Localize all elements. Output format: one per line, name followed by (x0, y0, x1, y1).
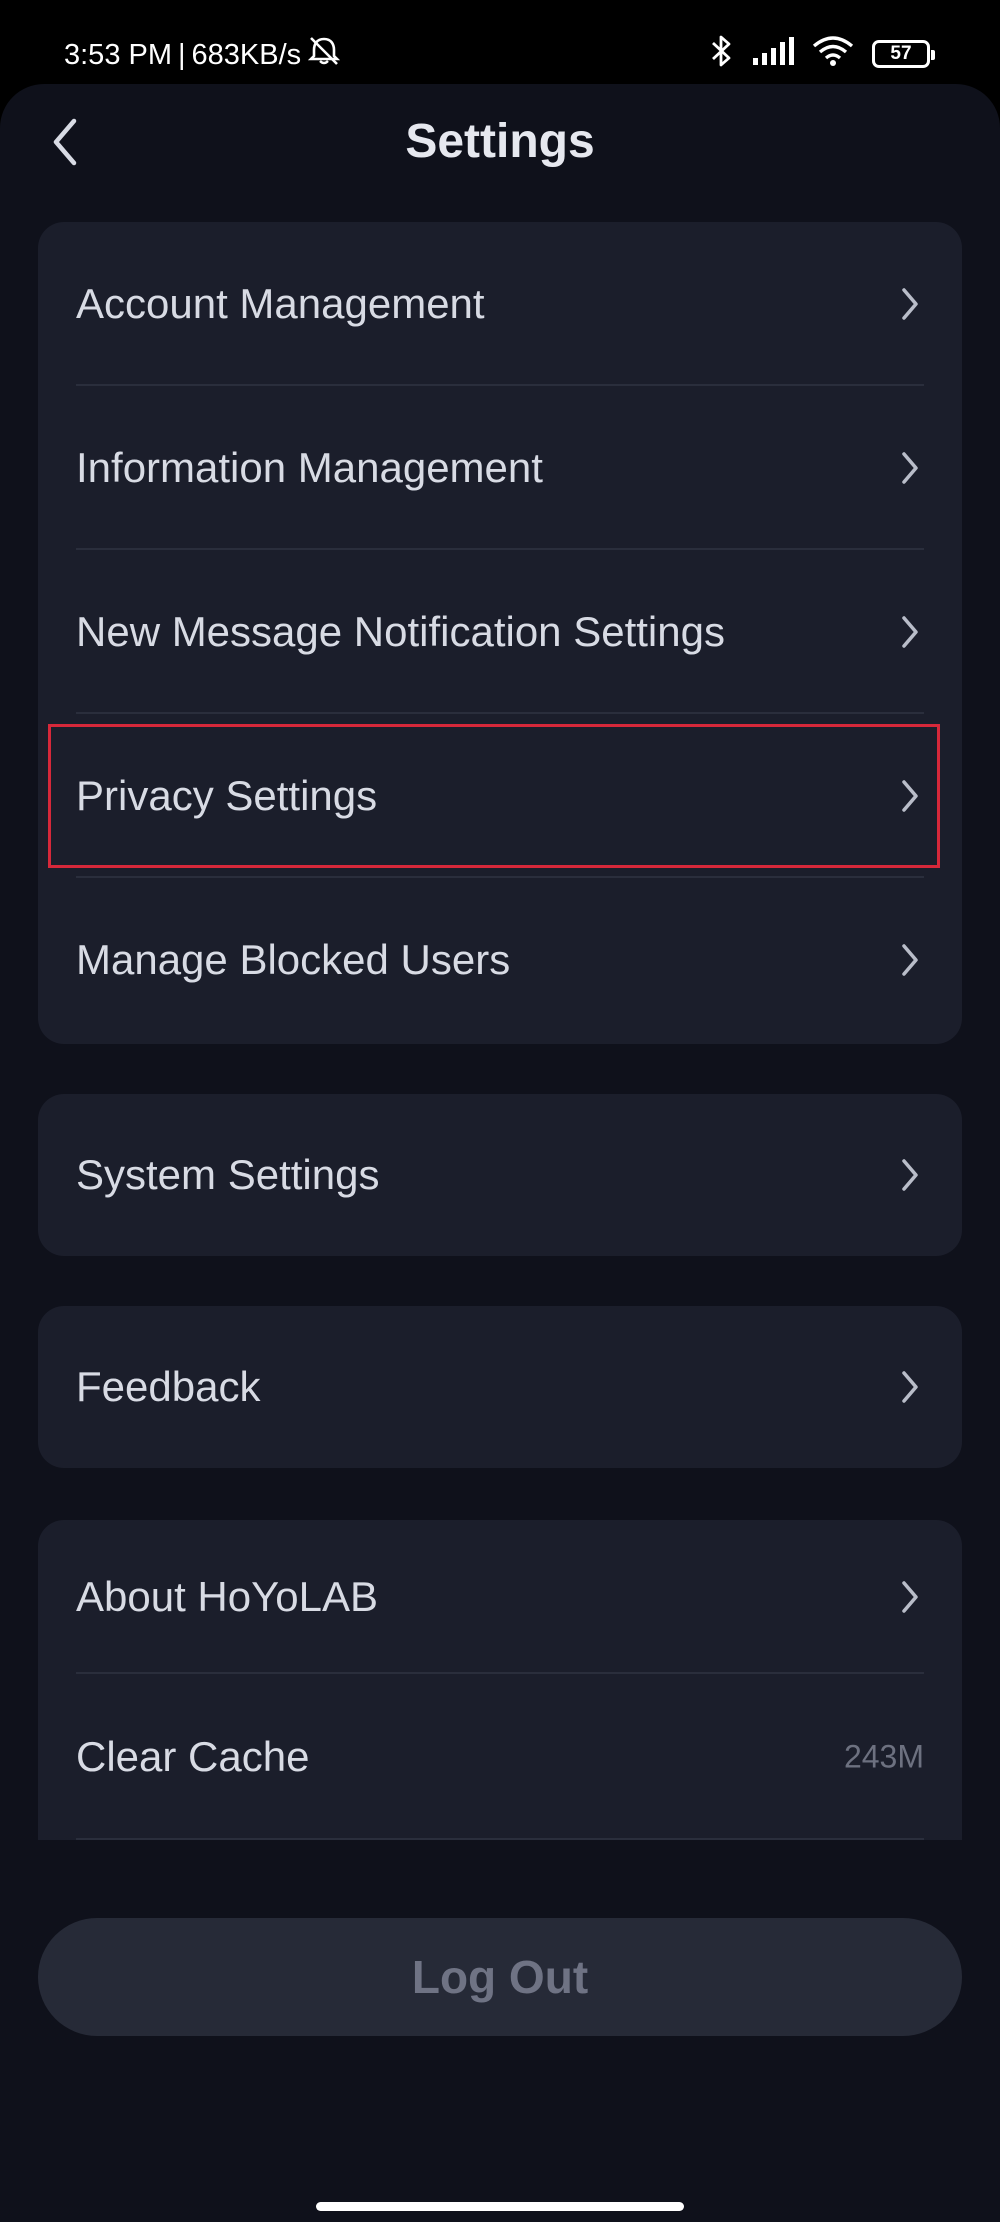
chevron-right-icon (902, 1581, 918, 1613)
network-speed: 683KB/s (191, 38, 302, 71)
feedback-group: Feedback (38, 1306, 962, 1468)
system-settings-item[interactable]: System Settings (38, 1094, 962, 1256)
about-hoyolab-label: About HoYoLAB (76, 1573, 379, 1620)
alarm-off-icon (307, 36, 341, 74)
system-settings-label: System Settings (76, 1151, 380, 1198)
about-hoyolab-item[interactable]: About HoYoLAB (38, 1520, 962, 1674)
manage-blocked-users-label: Manage Blocked Users (76, 936, 511, 983)
manage-blocked-users-item[interactable]: Manage Blocked Users (38, 878, 962, 1042)
status-bar: 3:53 PM | 683KB/s 57 (0, 0, 1000, 86)
clear-cache-label: Clear Cache (76, 1733, 310, 1780)
chevron-right-icon (902, 1371, 918, 1403)
chevron-right-icon (902, 452, 918, 484)
chevron-right-icon (902, 616, 918, 648)
feedback-label: Feedback (76, 1363, 261, 1410)
new-message-notification-settings-label: New Message Notification Settings (76, 608, 725, 655)
header: Settings (0, 84, 1000, 204)
chevron-right-icon (902, 780, 918, 812)
information-management-label: Information Management (76, 444, 543, 491)
account-management-label: Account Management (76, 280, 485, 327)
privacy-settings-item[interactable]: Privacy Settings (38, 714, 962, 878)
about-group: About HoYoLAB Clear Cache 243M (38, 1520, 962, 1840)
chevron-right-icon (902, 288, 918, 320)
divider (76, 1838, 924, 1840)
signal-icon (752, 36, 794, 71)
logout-button[interactable]: Log Out (38, 1918, 962, 2036)
battery-level: 57 (890, 42, 912, 64)
wifi-icon (812, 35, 854, 72)
settings-screen: Settings Account Management Information … (0, 84, 1000, 2222)
status-separator: | (178, 38, 186, 71)
battery-icon: 57 (872, 39, 935, 68)
information-management-item[interactable]: Information Management (38, 386, 962, 550)
cache-size-value: 243M (843, 1738, 924, 1775)
chevron-right-icon (902, 944, 918, 976)
privacy-settings-label: Privacy Settings (76, 772, 378, 819)
account-management-item[interactable]: Account Management (38, 222, 962, 386)
new-message-notification-settings-item[interactable]: New Message Notification Settings (38, 550, 962, 714)
account-settings-group: Account Management Information Managemen… (38, 222, 962, 1044)
feedback-item[interactable]: Feedback (38, 1306, 962, 1468)
bluetooth-icon (710, 34, 734, 73)
status-left: 3:53 PM | 683KB/s (64, 36, 341, 74)
status-right: 57 (710, 34, 935, 73)
clear-cache-item[interactable]: Clear Cache 243M (38, 1674, 962, 1840)
home-indicator (316, 2202, 684, 2211)
status-time: 3:53 PM (64, 38, 172, 71)
chevron-right-icon (902, 1159, 918, 1191)
page-title: Settings (405, 115, 595, 168)
system-settings-group: System Settings (38, 1094, 962, 1256)
